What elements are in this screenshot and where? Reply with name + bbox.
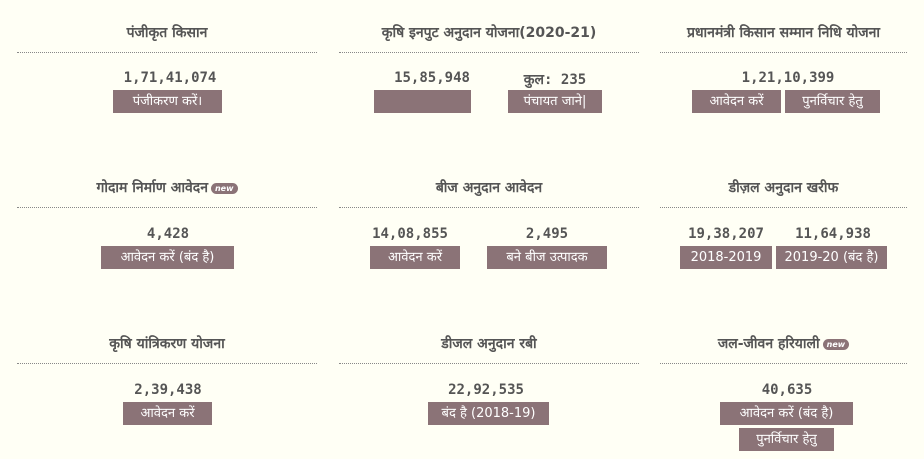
input-subsidy-blank-button[interactable] <box>374 90 471 113</box>
jal-jeevan-apply-button[interactable]: आवेदन करें (बंद है) <box>720 402 853 425</box>
divider <box>660 207 907 208</box>
panel-mechanization: कृषि यांत्रिकरण योजना <box>17 333 317 364</box>
panel-input-subsidy: कृषि इनपुट अनुदान योजना(2020-21) <box>339 22 639 53</box>
input-subsidy-total: कुल: 235 <box>523 72 587 88</box>
input-subsidy-count: 15,85,948 <box>394 70 470 86</box>
register-button[interactable]: पंजीकरण करें। <box>113 90 222 113</box>
diesel-kharif-2018-button[interactable]: 2018-2019 <box>680 246 772 269</box>
panel-title: बीज अनुदान आवेदन <box>435 180 543 196</box>
pm-kisan-count: 1,21,10,399 <box>741 70 835 86</box>
mechanization-apply-button[interactable]: आवेदन करें <box>123 402 212 425</box>
seed-apply-count: 14,08,855 <box>372 226 448 242</box>
divider <box>339 52 639 53</box>
seed-producer-count: 2,495 <box>525 226 569 242</box>
panel-jal-jeevan: जल-जीवन हरियाली new <box>660 333 907 364</box>
divider <box>660 52 907 53</box>
panel-title: पंजीकृत किसान <box>126 25 208 41</box>
diesel-rabi-count: 22,92,535 <box>448 382 524 398</box>
registered-farmers-count: 1,71,41,074 <box>123 70 217 86</box>
godown-apply-button[interactable]: आवेदन करें (बंद है) <box>101 246 234 269</box>
pm-kisan-review-button[interactable]: पुनर्विचार हेतु <box>785 90 880 113</box>
diesel-kharif-2018-count: 19,38,207 <box>688 226 764 242</box>
jal-jeevan-count: 40,635 <box>761 382 813 398</box>
panel-diesel-rabi: डीजल अनुदान रबी <box>339 333 639 364</box>
panel-title: गोदाम निर्माण आवेदन <box>96 180 208 196</box>
jal-jeevan-review-button[interactable]: पुनर्विचार हेतु <box>739 428 834 451</box>
seed-apply-button[interactable]: आवेदन करें <box>370 246 460 269</box>
panel-seed-subsidy: बीज अनुदान आवेदन <box>339 177 639 208</box>
panel-godown: गोदाम निर्माण आवेदन new <box>17 177 317 208</box>
pm-kisan-apply-button[interactable]: आवेदन करें <box>692 90 781 113</box>
new-badge-icon: new <box>210 182 238 194</box>
seed-producer-button[interactable]: बने बीज उत्पादक <box>487 246 607 269</box>
new-badge-icon: new <box>822 338 850 350</box>
divider <box>339 363 639 364</box>
diesel-kharif-2019-button[interactable]: 2019-20 (बंद है) <box>776 246 887 269</box>
panel-title: जल-जीवन हरियाली <box>717 336 820 352</box>
divider <box>17 207 317 208</box>
godown-count: 4,428 <box>146 226 190 242</box>
panel-title: कृषि यांत्रिकरण योजना <box>109 336 225 352</box>
divider <box>17 363 317 364</box>
diesel-kharif-2019-count: 11,64,938 <box>795 226 871 242</box>
divider <box>339 207 639 208</box>
panel-title: प्रधानमंत्री किसान सम्मान निधि योजना <box>686 25 880 41</box>
panel-title: कृषि इनपुट अनुदान योजना(2020-21) <box>381 25 597 41</box>
panel-pm-kisan: प्रधानमंत्री किसान सम्मान निधि योजना <box>660 22 907 53</box>
diesel-rabi-button[interactable]: बंद है (2018-19) <box>428 402 549 425</box>
mechanization-count: 2,39,438 <box>134 382 202 398</box>
panel-diesel-kharif: डीज़ल अनुदान खरीफ <box>660 177 907 208</box>
panchayat-button[interactable]: पंचायत जाने| <box>508 90 602 113</box>
panel-registered-farmers: पंजीकृत किसान <box>17 22 317 53</box>
divider <box>17 52 317 53</box>
panel-title: डीज़ल अनुदान खरीफ <box>728 180 839 196</box>
divider <box>660 363 907 364</box>
panel-title: डीजल अनुदान रबी <box>441 336 537 352</box>
